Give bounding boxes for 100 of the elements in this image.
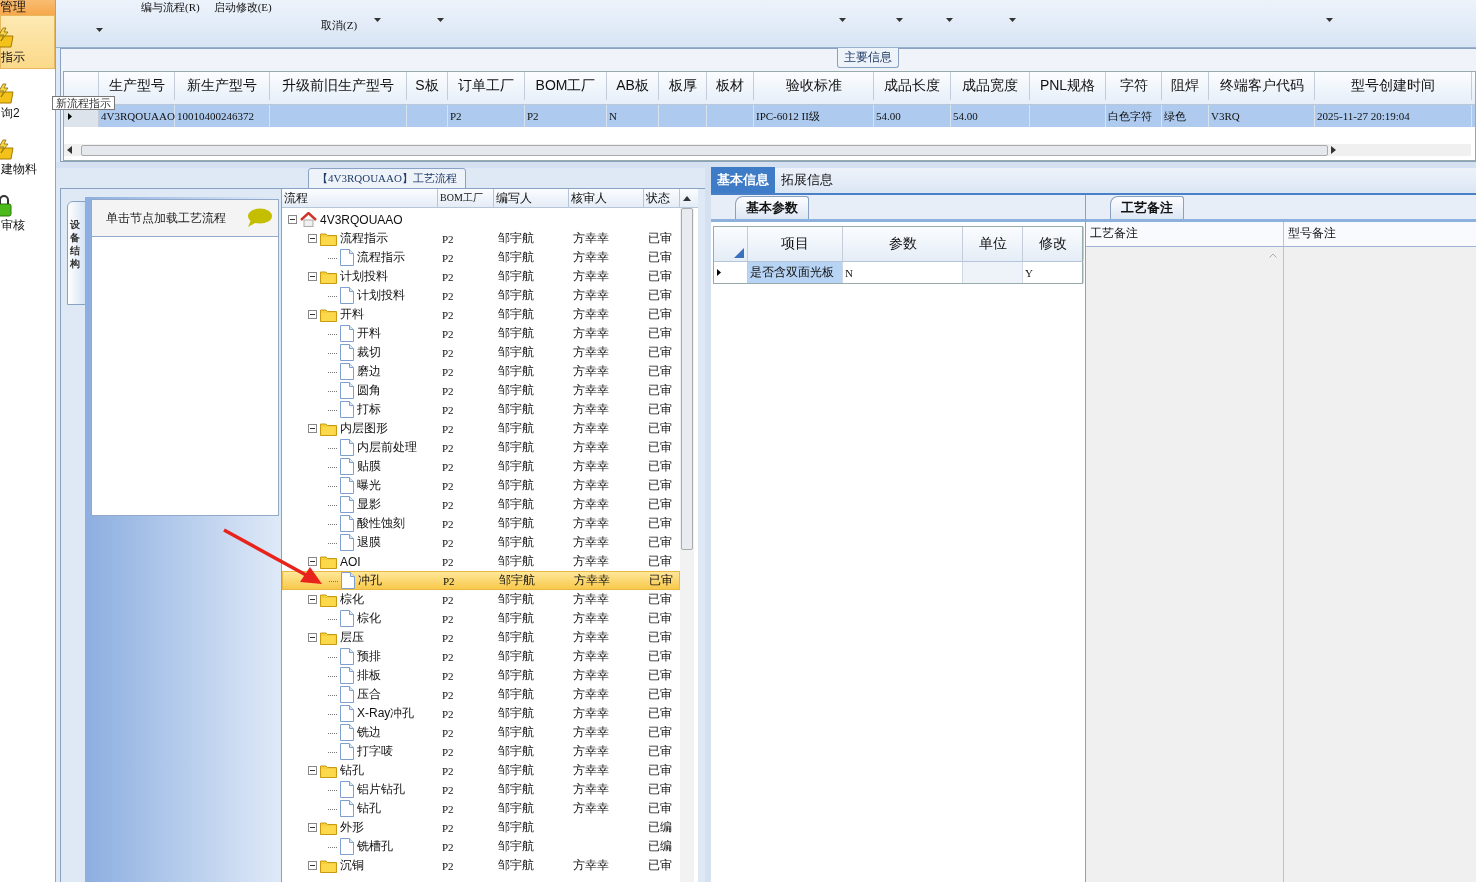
collapse-icon[interactable]	[308, 557, 317, 566]
collapse-icon[interactable]	[308, 234, 317, 243]
collapse-icon[interactable]	[308, 766, 317, 775]
column-header[interactable]: 成品宽度	[951, 72, 1030, 100]
tree-row[interactable]: 流程指示 P2 邹宇航 方幸幸 已审	[282, 229, 680, 248]
vertical-scrollbar[interactable]	[680, 208, 694, 882]
column-header[interactable]: 参数	[843, 227, 963, 261]
column-header[interactable]: 新生产型号	[175, 72, 270, 100]
tree-row[interactable]: 显影 P2 邹宇航 方幸幸 已审	[282, 495, 680, 514]
tree-row[interactable]: 计划投料 P2 邹宇航 方幸幸 已审	[282, 286, 680, 305]
tree-row[interactable]: AOI P2 邹宇航 方幸幸 已审	[282, 552, 680, 571]
caret-icon[interactable]	[1009, 18, 1016, 22]
tree-row[interactable]: 钻孔 P2 邹宇航 方幸幸 已审	[282, 799, 680, 818]
collapse-icon[interactable]	[308, 861, 317, 870]
column-header[interactable]: 终端客户代码	[1209, 72, 1315, 100]
caret-icon[interactable]	[946, 18, 953, 22]
tree-row[interactable]: 棕化 P2 邹宇航 方幸幸 已审	[282, 609, 680, 628]
tab[interactable]: 基本参数	[735, 196, 809, 219]
column-header[interactable]: 核审人	[569, 189, 644, 207]
tab[interactable]: 基本信息	[711, 167, 775, 193]
tree-row[interactable]: 冲孔 P2 邹宇航 方幸幸 已审	[282, 571, 680, 590]
column-header[interactable]: 型号创建时间	[1315, 72, 1472, 100]
column-header[interactable]: 流程	[282, 189, 438, 207]
caret-icon[interactable]	[839, 18, 846, 22]
collapse-icon[interactable]	[308, 310, 317, 319]
column-header[interactable]: PNL规格	[1030, 72, 1106, 100]
tree-row[interactable]: 层压 P2 邹宇航 方幸幸 已审	[282, 628, 680, 647]
tree-row[interactable]: 计划投料 P2 邹宇航 方幸幸 已审	[282, 267, 680, 286]
collapse-icon[interactable]	[288, 215, 297, 224]
tree-row[interactable]: 4V3RQOUAAO	[282, 210, 680, 229]
column-header[interactable]: BOM工厂	[438, 189, 494, 207]
tree-row[interactable]: 预排 P2 邹宇航 方幸幸 已审	[282, 647, 680, 666]
tree-row[interactable]: 内层前处理 P2 邹宇航 方幸幸 已审	[282, 438, 680, 457]
column-header[interactable]: 状态	[644, 189, 680, 207]
caret-icon[interactable]	[96, 28, 103, 32]
tree-row[interactable]: 曝光 P2 邹宇航 方幸幸 已审	[282, 476, 680, 495]
tree-row[interactable]: 铣边 P2 邹宇航 方幸幸 已审	[282, 723, 680, 742]
tree-row[interactable]: 铝片钻孔 P2 邹宇航 方幸幸 已审	[282, 780, 680, 799]
column-header[interactable]: AB板	[607, 72, 659, 100]
tree-row[interactable]: 酸性蚀刻 P2 邹宇航 方幸幸 已审	[282, 514, 680, 533]
tree-row[interactable]: X-Ray冲孔 P2 邹宇航 方幸幸 已审	[282, 704, 680, 723]
table-cell: P2	[442, 669, 454, 682]
sidebar-item[interactable]: 建物料	[0, 125, 55, 181]
caret-icon[interactable]	[896, 18, 903, 22]
column-header[interactable]: 编写人	[494, 189, 569, 207]
collapse-icon[interactable]	[308, 823, 317, 832]
tree-row[interactable]: 压合 P2 邹宇航 方幸幸 已审	[282, 685, 680, 704]
column-header[interactable]: 项目	[748, 227, 843, 261]
tree-row[interactable]: 外形 P2 邹宇航 已编	[282, 818, 680, 837]
collapse-icon[interactable]	[308, 633, 317, 642]
caret-icon[interactable]	[374, 18, 381, 22]
scroll-left-icon[interactable]	[67, 146, 72, 154]
table-cell: 54.00	[876, 110, 901, 122]
tree-row[interactable]: 沉铜 P2 邹宇航 方幸幸 已审	[282, 856, 680, 875]
collapse-icon[interactable]	[308, 272, 317, 281]
column-header[interactable]: 验收标准	[754, 72, 874, 100]
tree-row[interactable]: 退膜 P2 邹宇航 方幸幸 已审	[282, 533, 680, 552]
tab[interactable]: 工艺备注	[1110, 196, 1184, 219]
horizontal-scrollbar[interactable]	[64, 144, 1471, 156]
tree-row[interactable]: 打标 P2 邹宇航 方幸幸 已审	[282, 400, 680, 419]
column-header[interactable]: 升级前旧生产型号	[270, 72, 407, 100]
column-header[interactable]: 订单工厂	[448, 72, 525, 100]
column-header[interactable]: 成品长度	[874, 72, 951, 100]
tree-row[interactable]: 开料 P2 邹宇航 方幸幸 已审	[282, 324, 680, 343]
tree-row[interactable]: 棕化 P2 邹宇航 方幸幸 已审	[282, 590, 680, 609]
side-tab[interactable]: 设备结构	[67, 201, 87, 305]
collapse-icon[interactable]	[308, 424, 317, 433]
tree-row[interactable]: 贴膜 P2 邹宇航 方幸幸 已审	[282, 457, 680, 476]
column-header[interactable]: 板材	[707, 72, 754, 100]
table-cell: P2	[442, 441, 454, 454]
sidebar-item[interactable]: 询2	[0, 69, 55, 125]
tree-row[interactable]: 打字唛 P2 邹宇航 方幸幸 已审	[282, 742, 680, 761]
sidebar-item[interactable]: 审核	[0, 181, 55, 237]
toolbar-button[interactable]: 启动修改(E)	[213, 0, 272, 15]
tree-row[interactable]: 流程指示 P2 邹宇航 方幸幸 已审	[282, 248, 680, 267]
tree-row[interactable]: 磨边 P2 邹宇航 方幸幸 已审	[282, 362, 680, 381]
tree-row[interactable]: 裁切 P2 邹宇航 方幸幸 已审	[282, 343, 680, 362]
column-header[interactable]: 修改	[1023, 227, 1084, 261]
column-header[interactable]: BOM工厂	[525, 72, 607, 100]
tree-row[interactable]: 内层图形 P2 邹宇航 方幸幸 已审	[282, 419, 680, 438]
column-header[interactable]: 板厚	[659, 72, 707, 100]
tree-row[interactable]: 开料 P2 邹宇航 方幸幸 已审	[282, 305, 680, 324]
caret-icon[interactable]	[1326, 18, 1333, 22]
column-header[interactable]: 单位	[963, 227, 1023, 261]
tree-row[interactable]: 钻孔 P2 邹宇航 方幸幸 已审	[282, 761, 680, 780]
scroll-right-icon[interactable]	[1331, 146, 1336, 154]
table-cell	[963, 262, 1023, 283]
toolbar-button[interactable]: 编与流程(R)	[141, 0, 200, 15]
sidebar-item[interactable]: 指示	[0, 15, 55, 69]
column-header[interactable]: 字符	[1106, 72, 1162, 100]
tab[interactable]: 拓展信息	[775, 167, 839, 193]
tree-row[interactable]: 排板 P2 邹宇航 方幸幸 已审	[282, 666, 680, 685]
column-header[interactable]: S板	[407, 72, 448, 100]
toolbar-button[interactable]: 取消(Z)	[321, 18, 358, 33]
collapse-icon[interactable]	[308, 595, 317, 604]
caret-icon[interactable]	[437, 18, 444, 22]
tree-row[interactable]: 圆角 P2 邹宇航 方幸幸 已审	[282, 381, 680, 400]
tree-row[interactable]: 铣槽孔 P2 邹宇航 已编	[282, 837, 680, 856]
column-header[interactable]: 阻焊	[1162, 72, 1209, 100]
scroll-up-icon[interactable]	[683, 195, 691, 201]
